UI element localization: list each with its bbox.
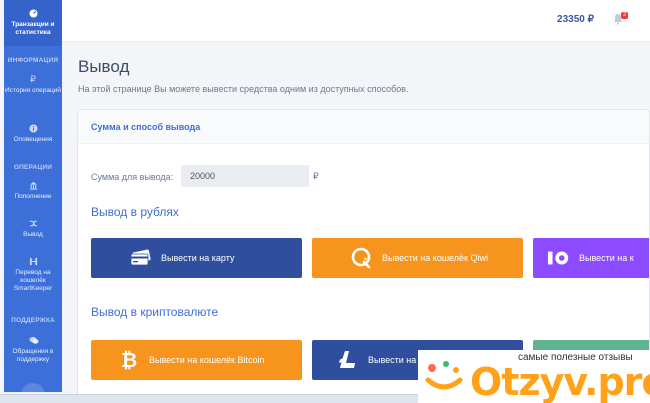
watermark-logo: Otzyv.pro: [470, 360, 650, 403]
bitcoin-icon: ₿: [117, 349, 141, 371]
sidebar-item-label: Пополнение: [14, 193, 52, 200]
sidebar: Транзакции и статистика ИНФОРМАЦИЯ ₽ Ист…: [4, 0, 62, 392]
svg-text:₿: ₿: [121, 349, 137, 371]
amount-label: Сумма для вывода:: [91, 172, 174, 182]
card-header: Сумма и способ вывода: [78, 110, 649, 144]
withdraw-yoomoney-button[interactable]: Вывести на к: [533, 238, 649, 278]
sidebar-item-transactions[interactable]: Транзакции и статистика: [4, 0, 62, 46]
page-description: На этой странице Вы можете вывести средс…: [78, 84, 409, 94]
card-icon: [129, 248, 153, 268]
transfer-icon: [29, 257, 38, 266]
button-label: Вывести на: [368, 355, 417, 365]
dashboard-icon: [28, 9, 38, 18]
sidebar-item-label: Вывод: [23, 231, 43, 238]
sidebar-section-support: ПОДДЕРЖКА: [11, 317, 55, 324]
ruble-icon: ₽: [30, 74, 36, 84]
sidebar-item-withdraw[interactable]: Вывод: [4, 219, 62, 239]
os-taskbar: [0, 394, 420, 403]
button-label: Вывести на кошелёк Qiwi: [382, 253, 488, 263]
withdraw-qiwi-button[interactable]: Вывести на кошелёк Qiwi: [312, 238, 523, 278]
withdraw-card-button[interactable]: Вывести на карту: [91, 238, 302, 278]
yoomoney-icon: [547, 248, 571, 268]
avatar[interactable]: [21, 383, 45, 392]
chat-icon: [29, 336, 38, 345]
sidebar-item-history[interactable]: ₽ История операций: [4, 75, 62, 95]
sidebar-item-label: Транзакции и статистика: [11, 21, 55, 36]
info-icon: [28, 124, 38, 133]
button-label: Вывести на кошелёк Bitcoin: [149, 355, 265, 365]
sidebar-item-notifications[interactable]: Оповещения: [4, 124, 62, 144]
rub-section-title: Вывод в рублях: [91, 205, 179, 219]
sidebar-section-info: ИНФОРМАЦИЯ: [7, 57, 59, 64]
button-label: Вывести на к: [579, 253, 634, 263]
notification-badge: 3: [621, 12, 628, 19]
top-bar: 23350 ₽ 3: [62, 0, 650, 42]
withdraw-bitcoin-button[interactable]: ₿ Вывести на кошелёк Bitcoin: [91, 340, 302, 380]
crypto-section-title: Вывод в криптовалюте: [91, 305, 219, 319]
sidebar-item-support[interactable]: Обращения в поддержку: [4, 336, 62, 364]
button-label: Вывести на карту: [161, 253, 235, 263]
amount-input[interactable]: [181, 165, 309, 187]
sidebar-section-operations: ОПЕРАЦИИ: [13, 164, 53, 171]
sidebar-item-label: Обращения в поддержку: [12, 348, 54, 363]
watermark-face-icon: [424, 356, 464, 396]
sidebar-item-label: История операций: [5, 87, 61, 94]
sidebar-item-transfer[interactable]: Перевод на кошелёк SmartKeeper: [4, 257, 62, 293]
sidebar-item-deposit[interactable]: Пополнение: [4, 181, 62, 201]
qiwi-icon: [350, 247, 374, 269]
sidebar-item-label: Перевод на кошелёк SmartKeeper: [13, 269, 53, 292]
balance-value: 23350 ₽: [557, 14, 594, 25]
litecoin-icon: [336, 350, 360, 370]
bank-icon: [29, 181, 38, 190]
currency-sign: ₽: [313, 171, 319, 181]
shuffle-icon: [29, 219, 38, 228]
page-title: Вывод: [78, 57, 130, 76]
sidebar-item-label: Оповещения: [13, 136, 53, 143]
